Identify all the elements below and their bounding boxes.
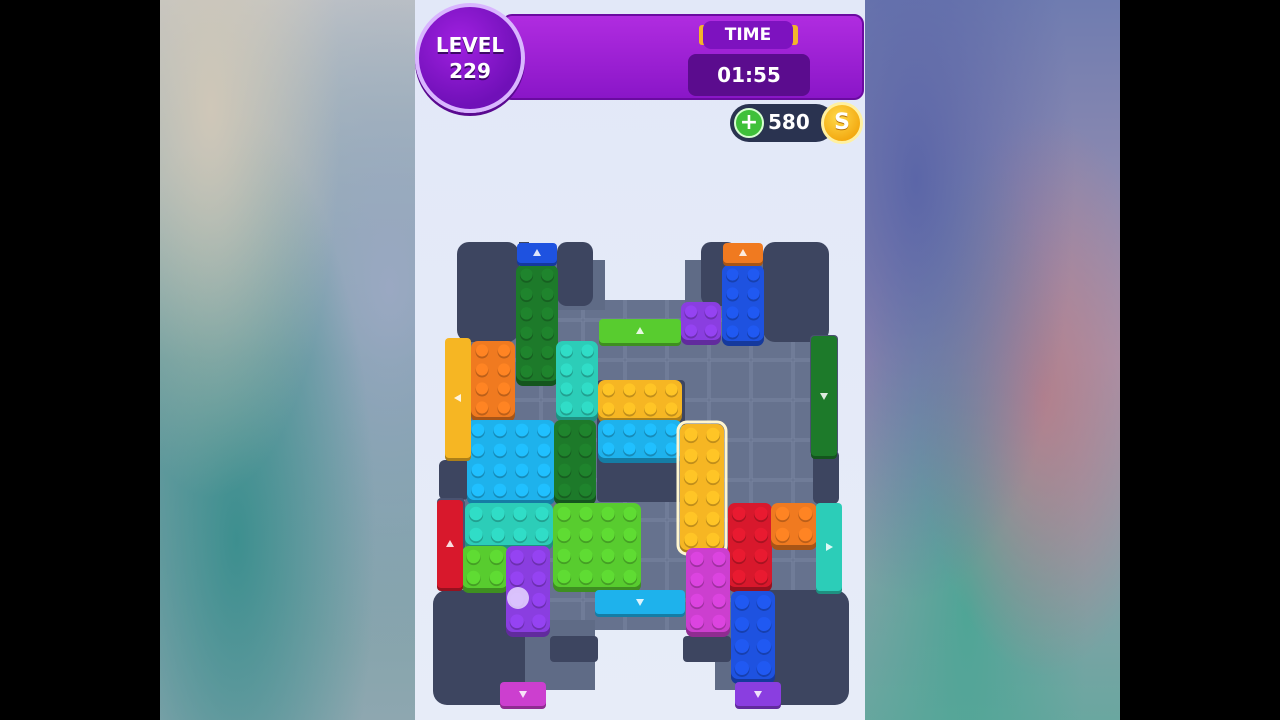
cyan-exit-bottom (595, 590, 685, 617)
game-screen: TIME 01:55 LEVEL 229 + 580 S (415, 0, 865, 720)
magenta-block[interactable] (686, 548, 730, 637)
level-badge: LEVEL 229 (415, 3, 525, 113)
teal-exit-right (816, 503, 842, 594)
dark-green-block-top[interactable] (516, 265, 558, 386)
yellow-block-selected[interactable] (676, 420, 728, 556)
lime-block-large[interactable] (553, 503, 641, 592)
timer-display: 01:55 (688, 54, 810, 96)
magenta-exit-bottom (500, 682, 546, 709)
orange-exit-top (723, 243, 763, 266)
lime-block-small[interactable] (462, 546, 508, 593)
red-exit-left (437, 500, 463, 591)
blurred-background-left (160, 0, 415, 720)
cyan-block-horizontal[interactable] (598, 420, 682, 463)
level-number: 229 (449, 59, 491, 83)
teal-block-vertical[interactable] (556, 341, 598, 422)
yellow-exit-left (445, 338, 471, 461)
hud-bar: TIME 01:55 (502, 14, 864, 100)
purple-exit-bottom (735, 682, 781, 709)
lime-exit-top (599, 319, 681, 346)
coin-count: 580 (768, 110, 810, 134)
red-block[interactable] (728, 503, 772, 592)
teal-block-horizontal[interactable] (465, 503, 553, 550)
orange-block-left[interactable] (471, 341, 515, 422)
level-label: LEVEL (435, 33, 505, 57)
coin-icon: S (821, 102, 863, 144)
blue-block-bottom[interactable] (731, 591, 775, 684)
add-coins-button[interactable]: + (734, 108, 764, 138)
yellow-block-horizontal[interactable] (598, 380, 682, 423)
dark-green-block-middle[interactable] (554, 420, 596, 505)
blue-block-top[interactable] (722, 265, 764, 346)
blurred-background-right (865, 0, 1120, 720)
cyan-block-large[interactable] (467, 420, 555, 505)
orange-block-right[interactable] (771, 503, 817, 550)
blue-exit-top (517, 243, 557, 266)
purple-block-small[interactable] (681, 302, 721, 345)
time-label: TIME (703, 21, 793, 49)
touch-indicator (507, 587, 529, 609)
green-exit-right (811, 336, 837, 459)
